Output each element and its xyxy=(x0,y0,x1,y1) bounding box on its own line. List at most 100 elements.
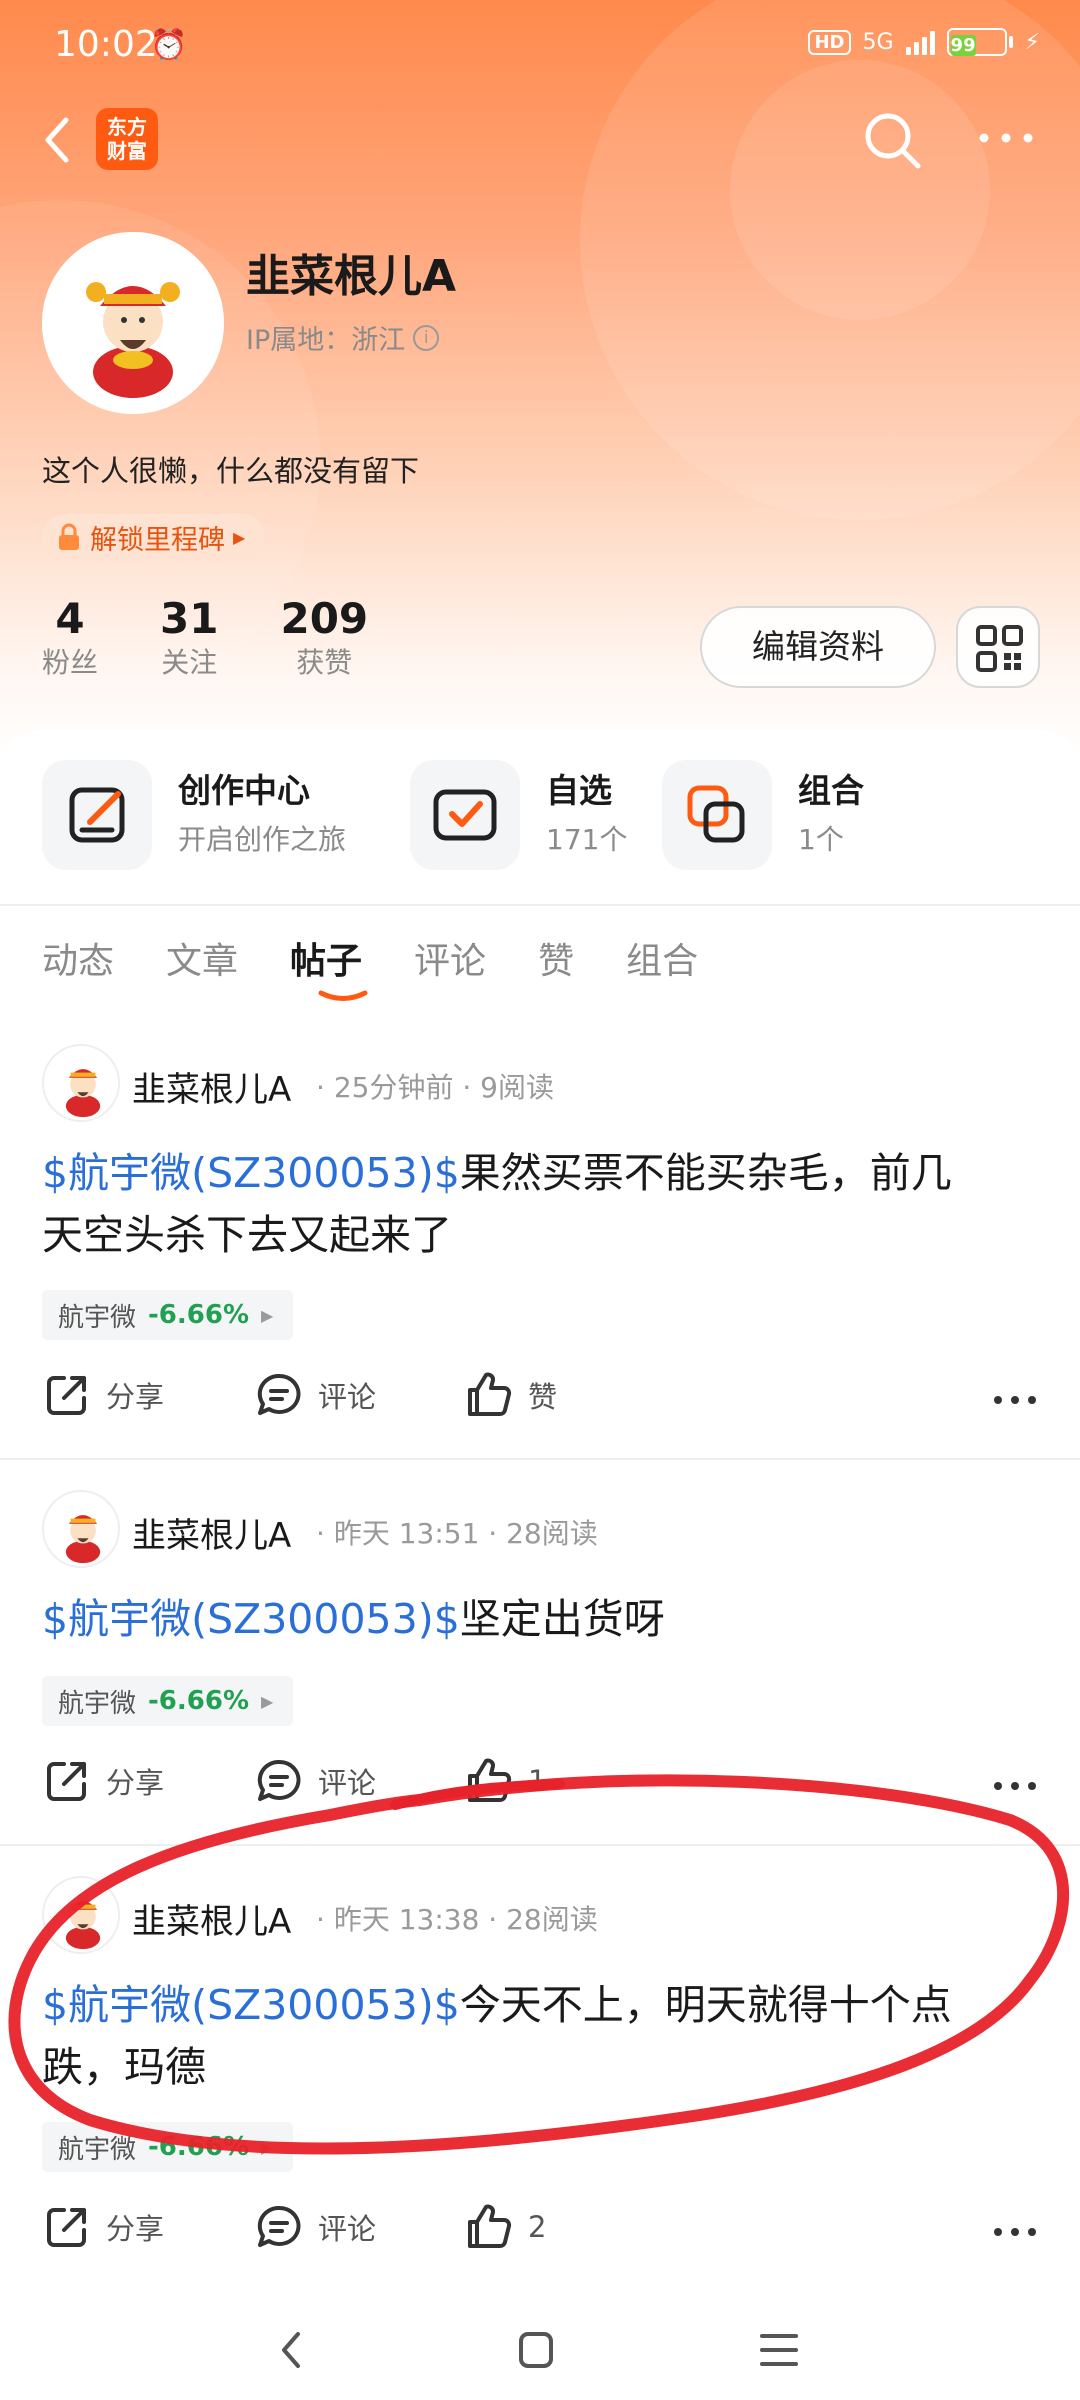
info-icon[interactable]: i xyxy=(413,324,440,351)
portfolio-title[interactable]: 组合 xyxy=(798,764,864,812)
decor-circle xyxy=(730,60,990,320)
post-content[interactable]: $航宇微(SZ300053)$坚定出货呀 xyxy=(42,1588,1042,1650)
stock-link[interactable]: $航宇微(SZ300053)$ xyxy=(42,1595,460,1643)
play-arrow-icon: ▶ xyxy=(261,1305,274,1325)
tab-portfolio[interactable]: 组合 xyxy=(626,932,698,984)
post-avatar[interactable] xyxy=(42,1490,120,1568)
more-icon[interactable] xyxy=(992,1370,1038,1430)
watchlist-icon[interactable] xyxy=(410,760,520,870)
more-icon[interactable] xyxy=(992,2202,1038,2262)
more-icon[interactable] xyxy=(992,1756,1038,1816)
qr-code-icon xyxy=(976,625,1023,672)
post-author[interactable]: 韭菜根儿A xyxy=(132,1894,291,1943)
post-avatar[interactable] xyxy=(42,1044,120,1122)
watchlist-sub: 171个 xyxy=(546,823,628,856)
caishen-avatar-icon xyxy=(42,232,224,414)
stock-link[interactable]: $航宇微(SZ300053)$ xyxy=(42,1149,460,1197)
tab-activity[interactable]: 动态 xyxy=(42,932,114,984)
like-button[interactable]: 1 xyxy=(464,1756,546,1806)
chip-change: -6.66% xyxy=(148,2132,250,2162)
post-card[interactable]: 韭菜根儿A · 25分钟前 · 9阅读 $航宇微(SZ300053)$果然买票不… xyxy=(0,1044,1080,1464)
logo-text: 财富 xyxy=(107,139,147,163)
chip-stock-name: 航宇微 xyxy=(58,2134,137,2165)
system-home-icon[interactable] xyxy=(516,2328,556,2372)
post-card[interactable]: 韭菜根儿A · 昨天 13:51 · 28阅读 $航宇微(SZ300053)$坚… xyxy=(0,1490,1080,1850)
post-author[interactable]: 韭菜根儿A xyxy=(132,1062,291,1111)
post-content[interactable]: $航宇微(SZ300053)$果然买票不能买杂毛，前几 天空头杀下去又起来了 xyxy=(42,1142,1042,1266)
stock-chip[interactable]: 航宇微 -6.66% ▶ xyxy=(42,1676,294,1726)
share-label: 分享 xyxy=(106,1380,165,1414)
milestone-button[interactable]: 解锁里程碑 ▶ xyxy=(42,514,266,560)
watchlist-title[interactable]: 自选 xyxy=(546,764,612,812)
share-button[interactable]: 分享 xyxy=(42,1756,164,1806)
post-author[interactable]: 韭菜根儿A xyxy=(132,1508,291,1557)
comment-label: 评论 xyxy=(318,1766,377,1800)
more-button[interactable] xyxy=(974,118,1038,158)
creator-center-sub: 开启创作之旅 xyxy=(178,823,347,856)
charging-icon: ⚡ xyxy=(1024,29,1040,55)
alarm-icon: ⏰ xyxy=(150,28,188,63)
battery-icon: 99 xyxy=(946,28,1013,56)
post-reads: 28阅读 xyxy=(506,1903,598,1936)
logo-text: 东方 xyxy=(107,115,147,139)
chip-change: -6.66% xyxy=(148,1300,250,1330)
status-time: 10:02 xyxy=(54,24,158,65)
share-button[interactable]: 分享 xyxy=(42,2202,164,2252)
post-card[interactable]: 韭菜根儿A · 昨天 13:38 · 28阅读 $航宇微(SZ300053)$今… xyxy=(0,1876,1080,2276)
post-actions: 分享 评论 赞 xyxy=(0,1370,1080,1430)
app-logo: 东方 财富 xyxy=(96,108,158,170)
comment-button[interactable]: 评论 xyxy=(254,2202,376,2252)
status-bar: 10:02 ⏰ HD 5G 99 ⚡ xyxy=(0,0,1080,96)
chevron-left-icon xyxy=(45,117,69,163)
post-avatar[interactable] xyxy=(42,1876,120,1954)
tab-posts[interactable]: 帖子 xyxy=(290,932,362,984)
comment-icon xyxy=(257,1759,301,1801)
post-actions: 分享 评论 1 xyxy=(0,1756,1080,1816)
search-button[interactable] xyxy=(860,108,924,172)
stat-value: 4 xyxy=(55,594,85,643)
avatar[interactable] xyxy=(42,232,224,414)
tab-likes[interactable]: 赞 xyxy=(538,932,574,984)
ip-location: IP属地：浙江 i xyxy=(246,318,440,357)
tab-comments[interactable]: 评论 xyxy=(414,932,486,984)
post-meta: · 昨天 13:51 · 28阅读 xyxy=(316,1517,598,1550)
stat-value: 209 xyxy=(280,594,369,643)
more-icon xyxy=(979,133,1033,143)
like-button[interactable]: 2 xyxy=(464,2202,546,2252)
thumbs-up-icon xyxy=(468,2204,512,2248)
search-icon xyxy=(865,113,921,169)
chip-stock-name: 航宇微 xyxy=(58,1302,137,1333)
tab-articles[interactable]: 文章 xyxy=(166,932,238,984)
comment-button[interactable]: 评论 xyxy=(254,1370,376,1420)
qr-code-button[interactable] xyxy=(956,606,1040,688)
stock-chip[interactable]: 航宇微 -6.66% ▶ xyxy=(42,1290,294,1340)
system-menu-icon[interactable] xyxy=(758,2328,800,2372)
stat-following[interactable]: 31 关注 xyxy=(160,594,218,682)
like-label: 1 xyxy=(528,1764,547,1798)
share-icon xyxy=(47,2208,86,2247)
post-text: 坚定出货呀 xyxy=(459,1595,665,1643)
share-button[interactable]: 分享 xyxy=(42,1370,164,1420)
post-reads: 28阅读 xyxy=(506,1517,598,1550)
play-arrow-icon: ▶ xyxy=(261,1691,274,1711)
post-reads: 9阅读 xyxy=(480,1071,554,1104)
stat-likes[interactable]: 209 获赞 xyxy=(280,594,368,682)
stat-fans[interactable]: 4 粉丝 xyxy=(42,594,98,682)
share-label: 分享 xyxy=(106,1766,165,1800)
comment-button[interactable]: 评论 xyxy=(254,1756,376,1806)
divider xyxy=(0,1844,1080,1846)
portfolio-icon[interactable] xyxy=(662,760,772,870)
creator-center-icon[interactable] xyxy=(42,760,152,870)
edit-profile-button[interactable]: 编辑资料 xyxy=(700,606,936,688)
stock-chip[interactable]: 航宇微 -6.66% ▶ xyxy=(42,2122,294,2172)
play-arrow-icon: ▶ xyxy=(233,527,246,547)
creator-center-title[interactable]: 创作中心 xyxy=(178,764,310,812)
back-button[interactable] xyxy=(36,112,84,168)
post-content[interactable]: $航宇微(SZ300053)$今天不上，明天就得十个点 跌，玛德 xyxy=(42,1974,1042,2098)
system-back-icon[interactable] xyxy=(272,2326,312,2374)
like-button[interactable]: 赞 xyxy=(464,1370,557,1420)
lock-icon xyxy=(59,523,79,550)
stock-link[interactable]: $航宇微(SZ300053)$ xyxy=(42,1981,460,2029)
post-time: 昨天 13:38 xyxy=(333,1903,480,1936)
divider xyxy=(0,904,1080,906)
